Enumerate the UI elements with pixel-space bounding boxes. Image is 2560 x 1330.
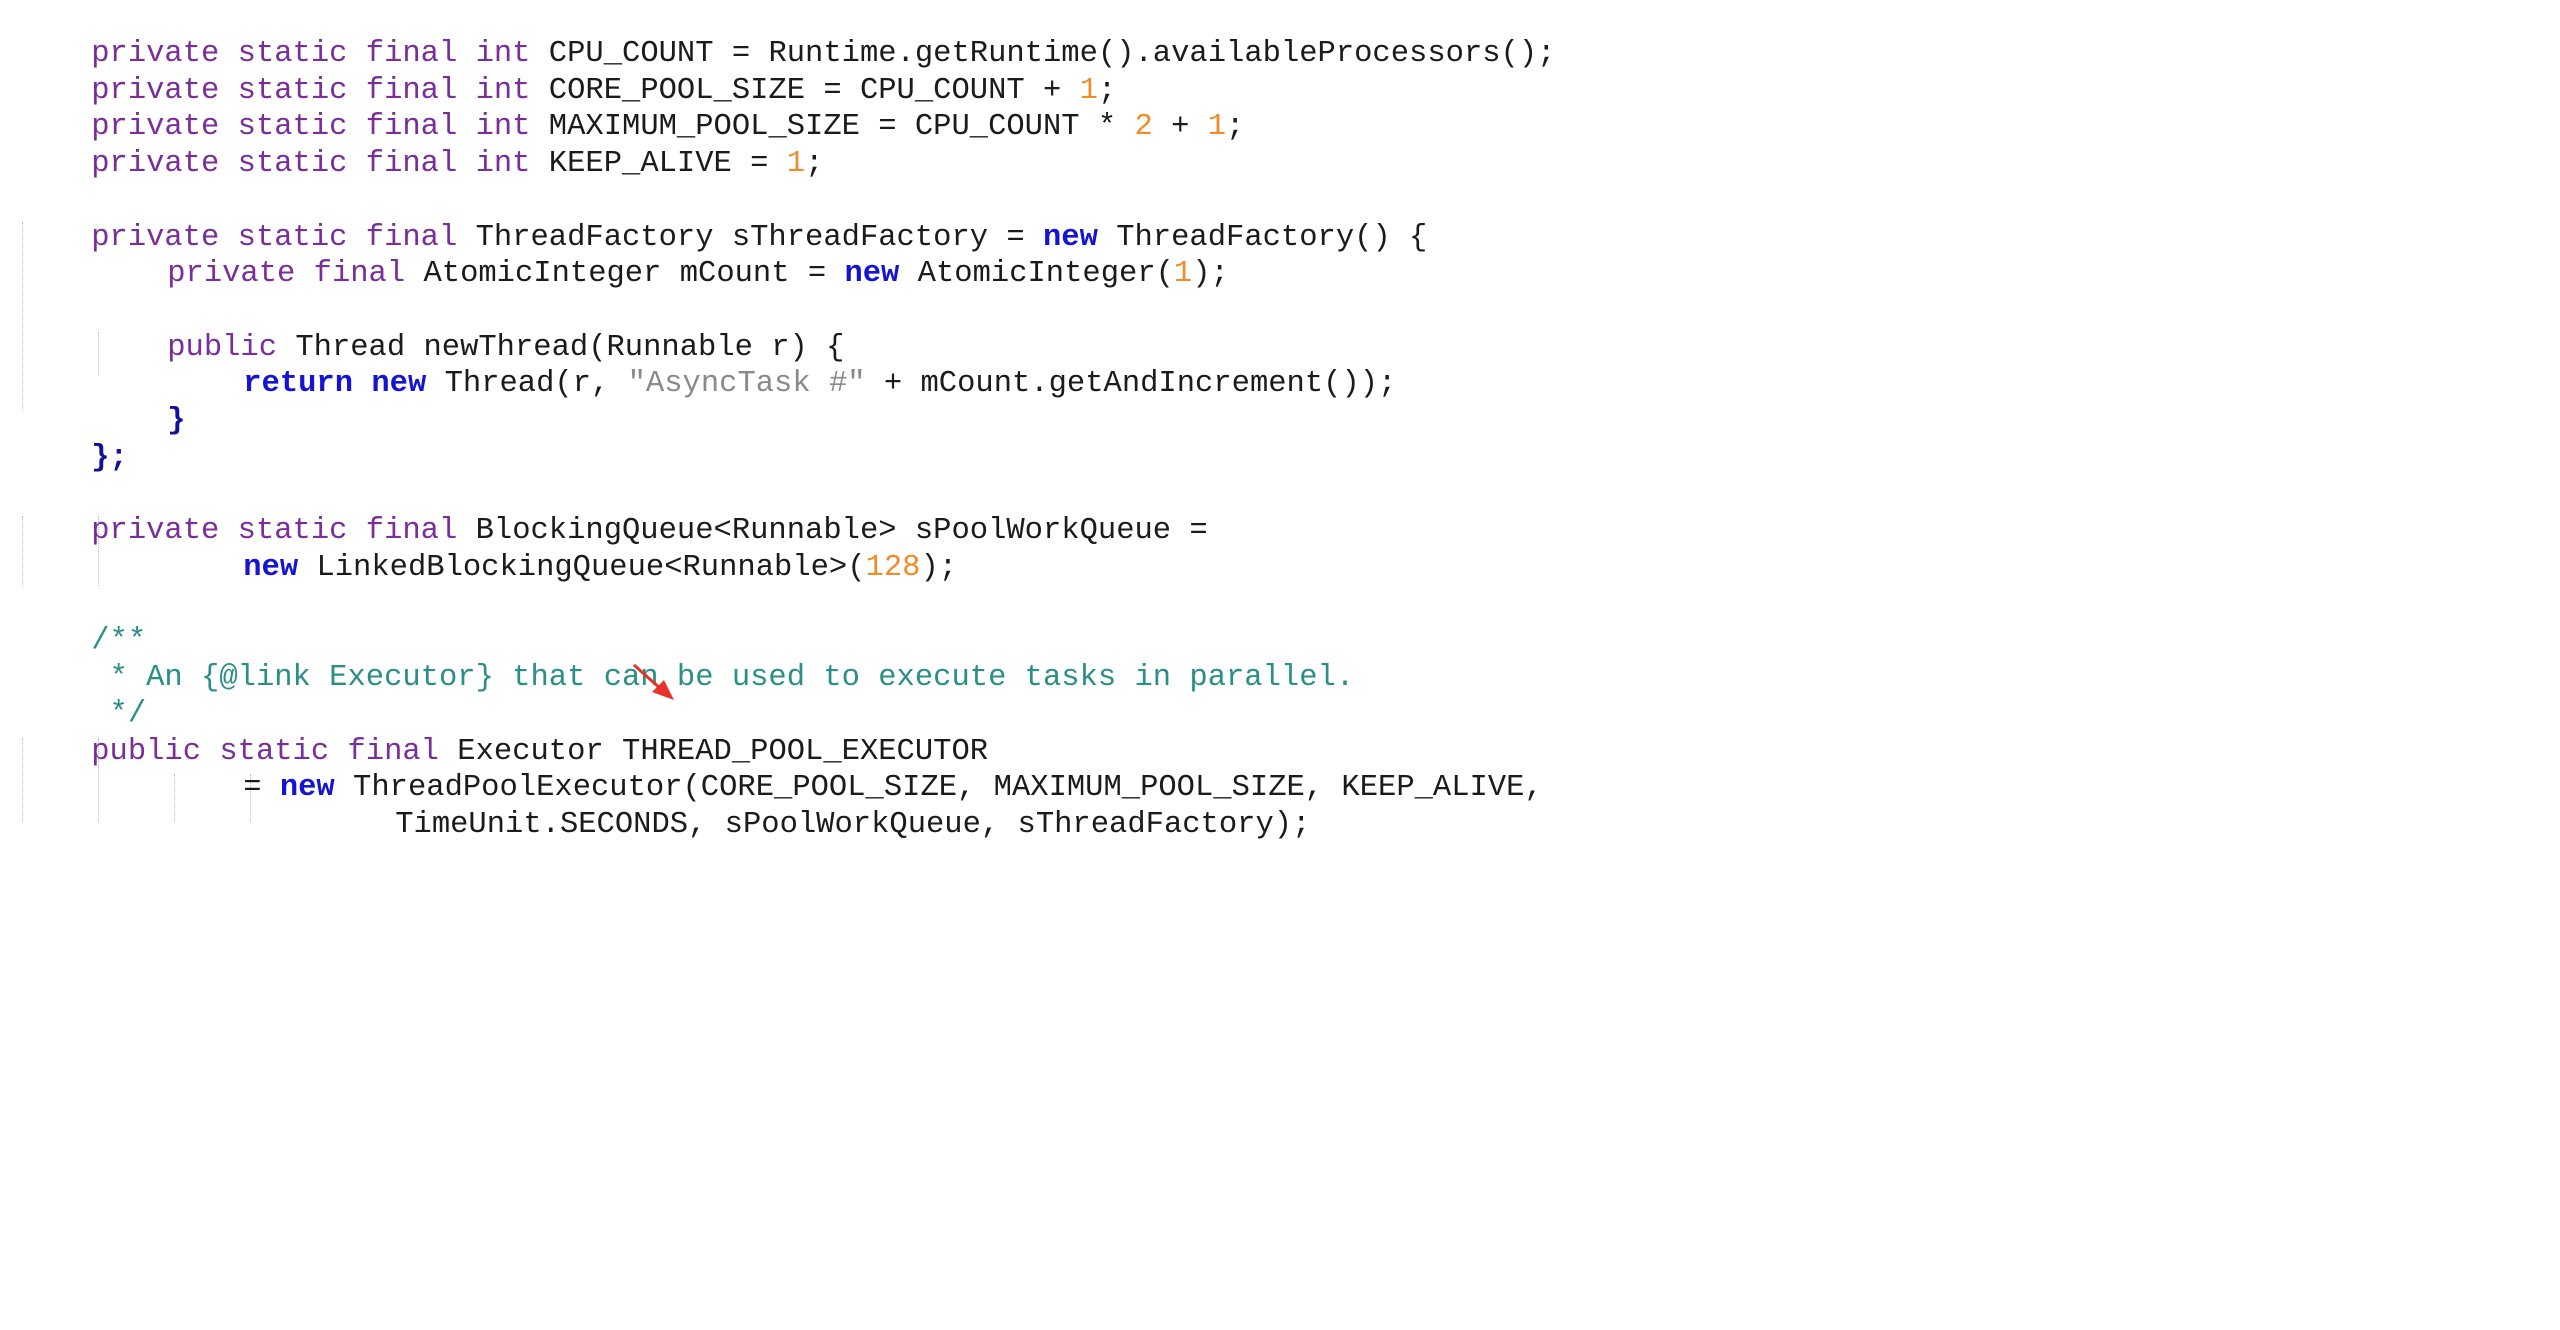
code-text: + mCount.getAndIncrement()); xyxy=(865,367,1397,401)
code-number: 1 xyxy=(1207,110,1227,144)
code-line[interactable]: public Thread newThread(Runnable r) { xyxy=(94,294,844,365)
code-comment[interactable]: */ xyxy=(18,660,147,731)
code-line[interactable]: new LinkedBlockingQueue<Runnable>(128); xyxy=(170,514,957,585)
code-line[interactable]: public static final Executor THREAD_POOL… xyxy=(18,698,988,769)
code-keyword: new xyxy=(844,257,900,291)
code-line[interactable]: } xyxy=(94,367,185,438)
code-line[interactable]: private static final int CPU_COUNT = Run… xyxy=(18,0,1555,71)
code-text: TimeUnit.SECONDS, sPoolWorkQueue, sThrea… xyxy=(395,808,1311,842)
code-text: AtomicInteger( xyxy=(899,257,1174,291)
code-text: KEEP_ALIVE = xyxy=(530,147,787,181)
code-line[interactable]: private static final int KEEP_ALIVE = 1; xyxy=(18,110,823,181)
code-number: 1 xyxy=(1173,257,1193,291)
code-line[interactable]: private static final BlockingQueue<Runna… xyxy=(18,477,1208,548)
code-line[interactable]: private static final ThreadFactory sThre… xyxy=(18,184,1427,255)
code-number: 2 xyxy=(1134,110,1153,144)
code-keyword: private static final int xyxy=(91,147,531,181)
code-line[interactable]: = new ThreadPoolExecutor(CORE_POOL_SIZE,… xyxy=(170,734,1543,805)
code-keyword: private final xyxy=(167,257,406,291)
code-line[interactable]: private static final int CORE_POOL_SIZE … xyxy=(18,37,1116,108)
code-number: 128 xyxy=(865,551,921,585)
code-text: Thread(r, xyxy=(426,367,628,401)
code-keyword: return xyxy=(243,367,354,401)
code-editor[interactable]: private static final int CPU_COUNT = Run… xyxy=(0,0,1560,842)
code-text: AtomicInteger mCount = xyxy=(405,257,845,291)
code-line[interactable]: return new Thread(r, "AsyncTask #" + mCo… xyxy=(170,330,1396,401)
code-text: } xyxy=(167,404,186,438)
code-line[interactable]: private static final int MAXIMUM_POOL_SI… xyxy=(18,73,1244,144)
code-text: LinkedBlockingQueue<Runnable>( xyxy=(298,551,866,585)
code-text: ; xyxy=(1226,110,1245,144)
code-text: + xyxy=(1152,110,1208,144)
comment-text: * An {@link Executor} that can be used t… xyxy=(91,661,1355,695)
code-comment[interactable]: /** xyxy=(18,587,146,658)
code-text: ; xyxy=(805,147,824,181)
code-keyword: new xyxy=(243,551,299,585)
code-number: 1 xyxy=(786,147,806,181)
code-text: ); xyxy=(1192,257,1229,291)
code-line[interactable]: TimeUnit.SECONDS, sPoolWorkQueue, sThrea… xyxy=(322,771,1310,842)
code-line[interactable]: private final AtomicInteger mCount = new… xyxy=(94,220,1229,291)
code-line[interactable]: }; xyxy=(18,404,128,475)
code-text: }; xyxy=(91,441,128,475)
code-text: ); xyxy=(920,551,958,585)
code-string: "AsyncTask #" xyxy=(627,367,866,401)
code-keyword: new xyxy=(371,367,427,401)
code-comment[interactable]: * An {@link Executor} that can be used t… xyxy=(18,624,1355,695)
code-text: = xyxy=(243,771,280,805)
